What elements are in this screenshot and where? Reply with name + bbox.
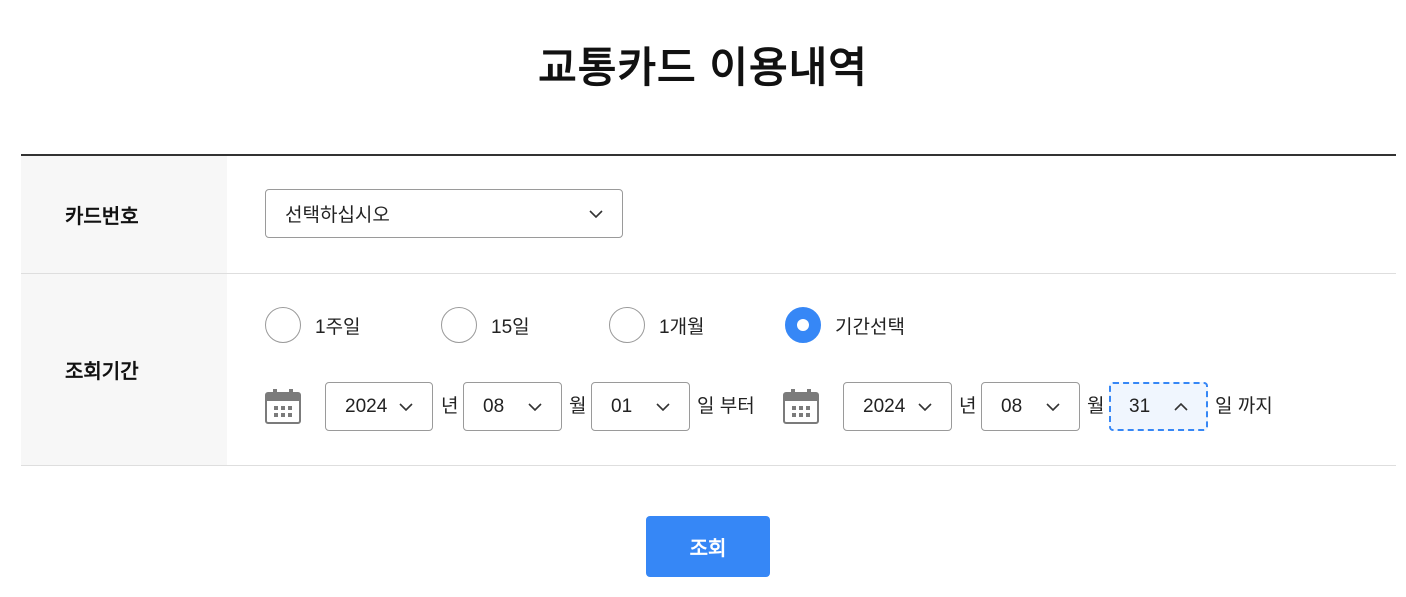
period-radio-1week[interactable]: 1주일	[265, 307, 361, 343]
start-year-value: 2024	[345, 395, 388, 417]
start-month-unit: 월	[569, 396, 587, 417]
period-label-cell: 조회기간	[21, 274, 227, 465]
period-radio-custom[interactable]: 기간선택	[785, 307, 905, 343]
chevron-down-icon	[918, 402, 932, 411]
radio-circle	[785, 307, 821, 343]
chevron-up-icon	[1174, 402, 1188, 411]
period-radio-15days[interactable]: 15일	[441, 307, 530, 343]
start-day-unit: 일 부터	[697, 396, 755, 417]
chevron-down-icon	[399, 402, 413, 411]
search-form: 카드번호 선택하십시오 조회기간 1주일 15일 1개월 기간선택 2024 년…	[21, 154, 1396, 466]
radio-label: 1개월	[659, 316, 705, 338]
radio-label: 기간선택	[835, 316, 905, 338]
radio-circle	[265, 307, 301, 343]
period-label: 조회기간	[65, 361, 139, 383]
card-number-select-value: 선택하십시오	[285, 205, 390, 226]
card-number-content: 선택하십시오	[227, 156, 1396, 273]
start-day-value: 01	[611, 395, 633, 417]
end-year-unit: 년	[959, 396, 977, 417]
end-month-value: 08	[1001, 395, 1023, 417]
chevron-down-icon	[589, 209, 603, 218]
end-day-unit: 일 까지	[1215, 396, 1273, 417]
start-year-select[interactable]: 2024	[325, 382, 433, 431]
card-number-label: 카드번호	[65, 206, 139, 228]
period-content: 1주일 15일 1개월 기간선택 2024 년 08 월 01 일 부터 202…	[227, 274, 1396, 465]
period-radio-1month[interactable]: 1개월	[609, 307, 705, 343]
period-row: 조회기간 1주일 15일 1개월 기간선택 2024 년 08 월 01 일 부…	[21, 274, 1396, 466]
page: 교통카드 이용내역 카드번호 선택하십시오 조회기간 1주일 15일 1개월 기…	[0, 0, 1406, 597]
calendar-icon[interactable]	[783, 388, 819, 424]
calendar-icon[interactable]	[265, 388, 301, 424]
start-day-select[interactable]: 01	[591, 382, 690, 431]
card-number-label-cell: 카드번호	[21, 156, 227, 273]
end-month-select[interactable]: 08	[981, 382, 1080, 431]
chevron-down-icon	[656, 402, 670, 411]
start-month-select[interactable]: 08	[463, 382, 562, 431]
end-year-value: 2024	[863, 395, 906, 417]
radio-circle	[609, 307, 645, 343]
page-title: 교통카드 이용내역	[538, 44, 868, 91]
chevron-down-icon	[1046, 402, 1060, 411]
search-button[interactable]: 조회	[646, 516, 770, 577]
end-year-select[interactable]: 2024	[843, 382, 952, 431]
radio-circle	[441, 307, 477, 343]
radio-label: 1주일	[315, 316, 361, 338]
radio-dot	[797, 319, 809, 331]
card-number-select[interactable]: 선택하십시오	[265, 189, 623, 238]
start-year-unit: 년	[441, 396, 459, 417]
start-month-value: 08	[483, 395, 505, 417]
end-month-unit: 월	[1087, 396, 1105, 417]
chevron-down-icon	[528, 402, 542, 411]
end-day-select[interactable]: 31	[1109, 382, 1208, 431]
end-day-value: 31	[1129, 395, 1151, 417]
card-number-row: 카드번호 선택하십시오	[21, 156, 1396, 274]
radio-label: 15일	[491, 316, 530, 338]
